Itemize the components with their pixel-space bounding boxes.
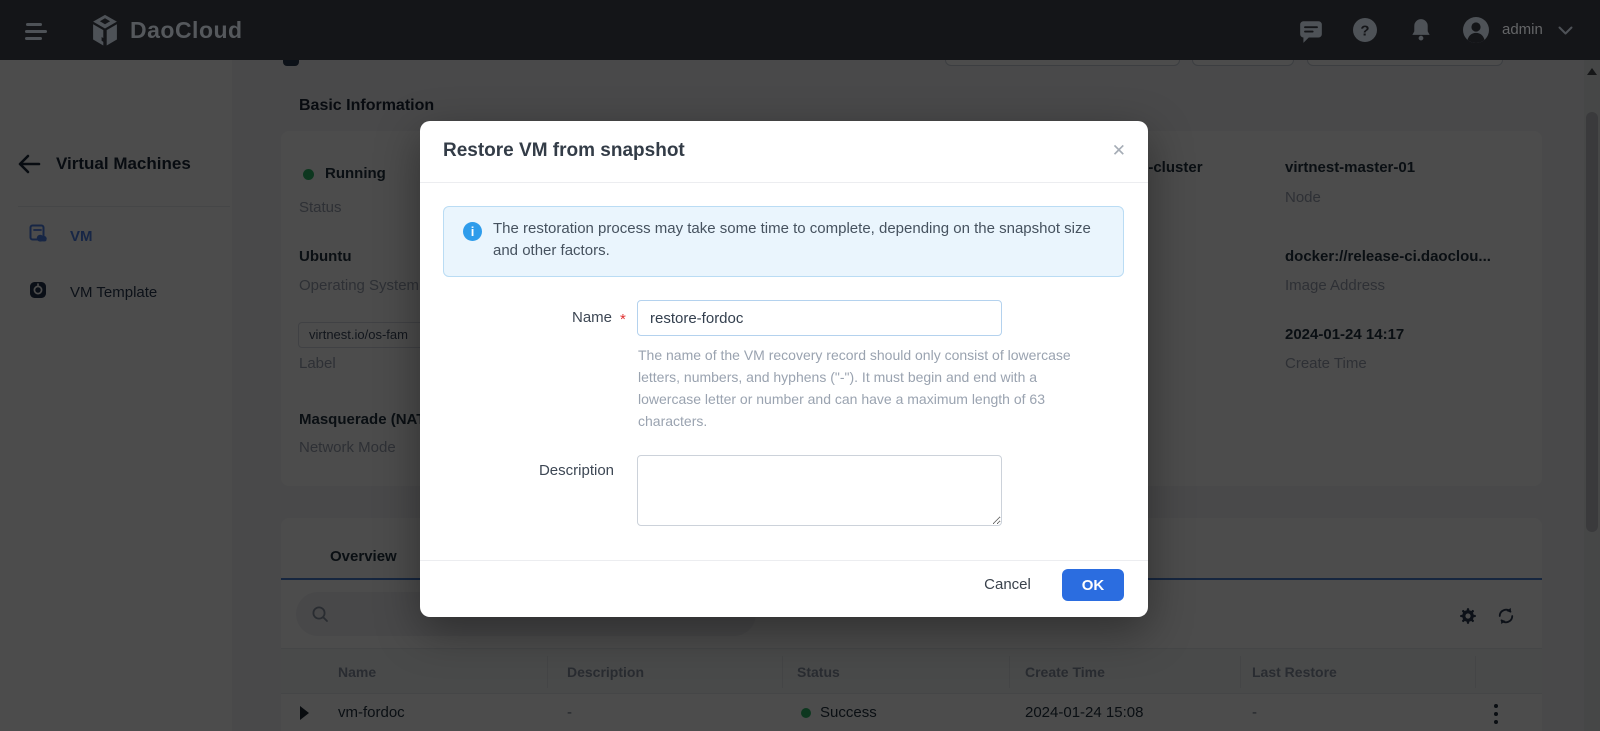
user-avatar[interactable] xyxy=(1462,16,1490,44)
description-textarea[interactable] xyxy=(637,455,1002,526)
help-icon[interactable]: ? xyxy=(1352,17,1378,43)
name-input[interactable] xyxy=(637,300,1002,336)
name-help-text: The name of the VM recovery record shoul… xyxy=(638,344,1096,432)
ok-button[interactable]: OK xyxy=(1062,569,1124,601)
brand-logo[interactable]: DaoCloud xyxy=(88,12,308,48)
cancel-button[interactable]: Cancel xyxy=(980,575,1035,595)
message-icon[interactable] xyxy=(1298,18,1324,44)
top-navbar: DaoCloud ? admin xyxy=(0,0,1600,60)
restore-vm-modal: Restore VM from snapshot ✕ i The restora… xyxy=(420,121,1148,617)
info-icon: i xyxy=(463,222,482,241)
chevron-down-icon[interactable] xyxy=(1558,26,1573,35)
description-field-label: Description xyxy=(524,461,614,481)
hamburger-menu-icon[interactable] xyxy=(0,0,64,60)
modal-title: Restore VM from snapshot xyxy=(443,138,685,164)
notification-bell-icon[interactable] xyxy=(1408,17,1434,43)
info-alert-text: The restoration process may take some ti… xyxy=(493,218,1108,262)
modal-footer-divider xyxy=(420,560,1148,561)
required-asterisk: * xyxy=(620,310,626,330)
app-window: Virtual Machines VM VM Template Basic In… xyxy=(0,0,1600,731)
svg-text:?: ? xyxy=(1360,23,1369,40)
brand-name: DaoCloud xyxy=(130,14,243,46)
name-field-label: Name xyxy=(532,308,612,328)
daocloud-cube-icon xyxy=(88,14,122,48)
info-alert: i The restoration process may take some … xyxy=(443,206,1124,277)
username-label[interactable]: admin xyxy=(1502,20,1543,40)
modal-header-divider xyxy=(420,182,1148,183)
close-icon[interactable]: ✕ xyxy=(1112,141,1126,161)
